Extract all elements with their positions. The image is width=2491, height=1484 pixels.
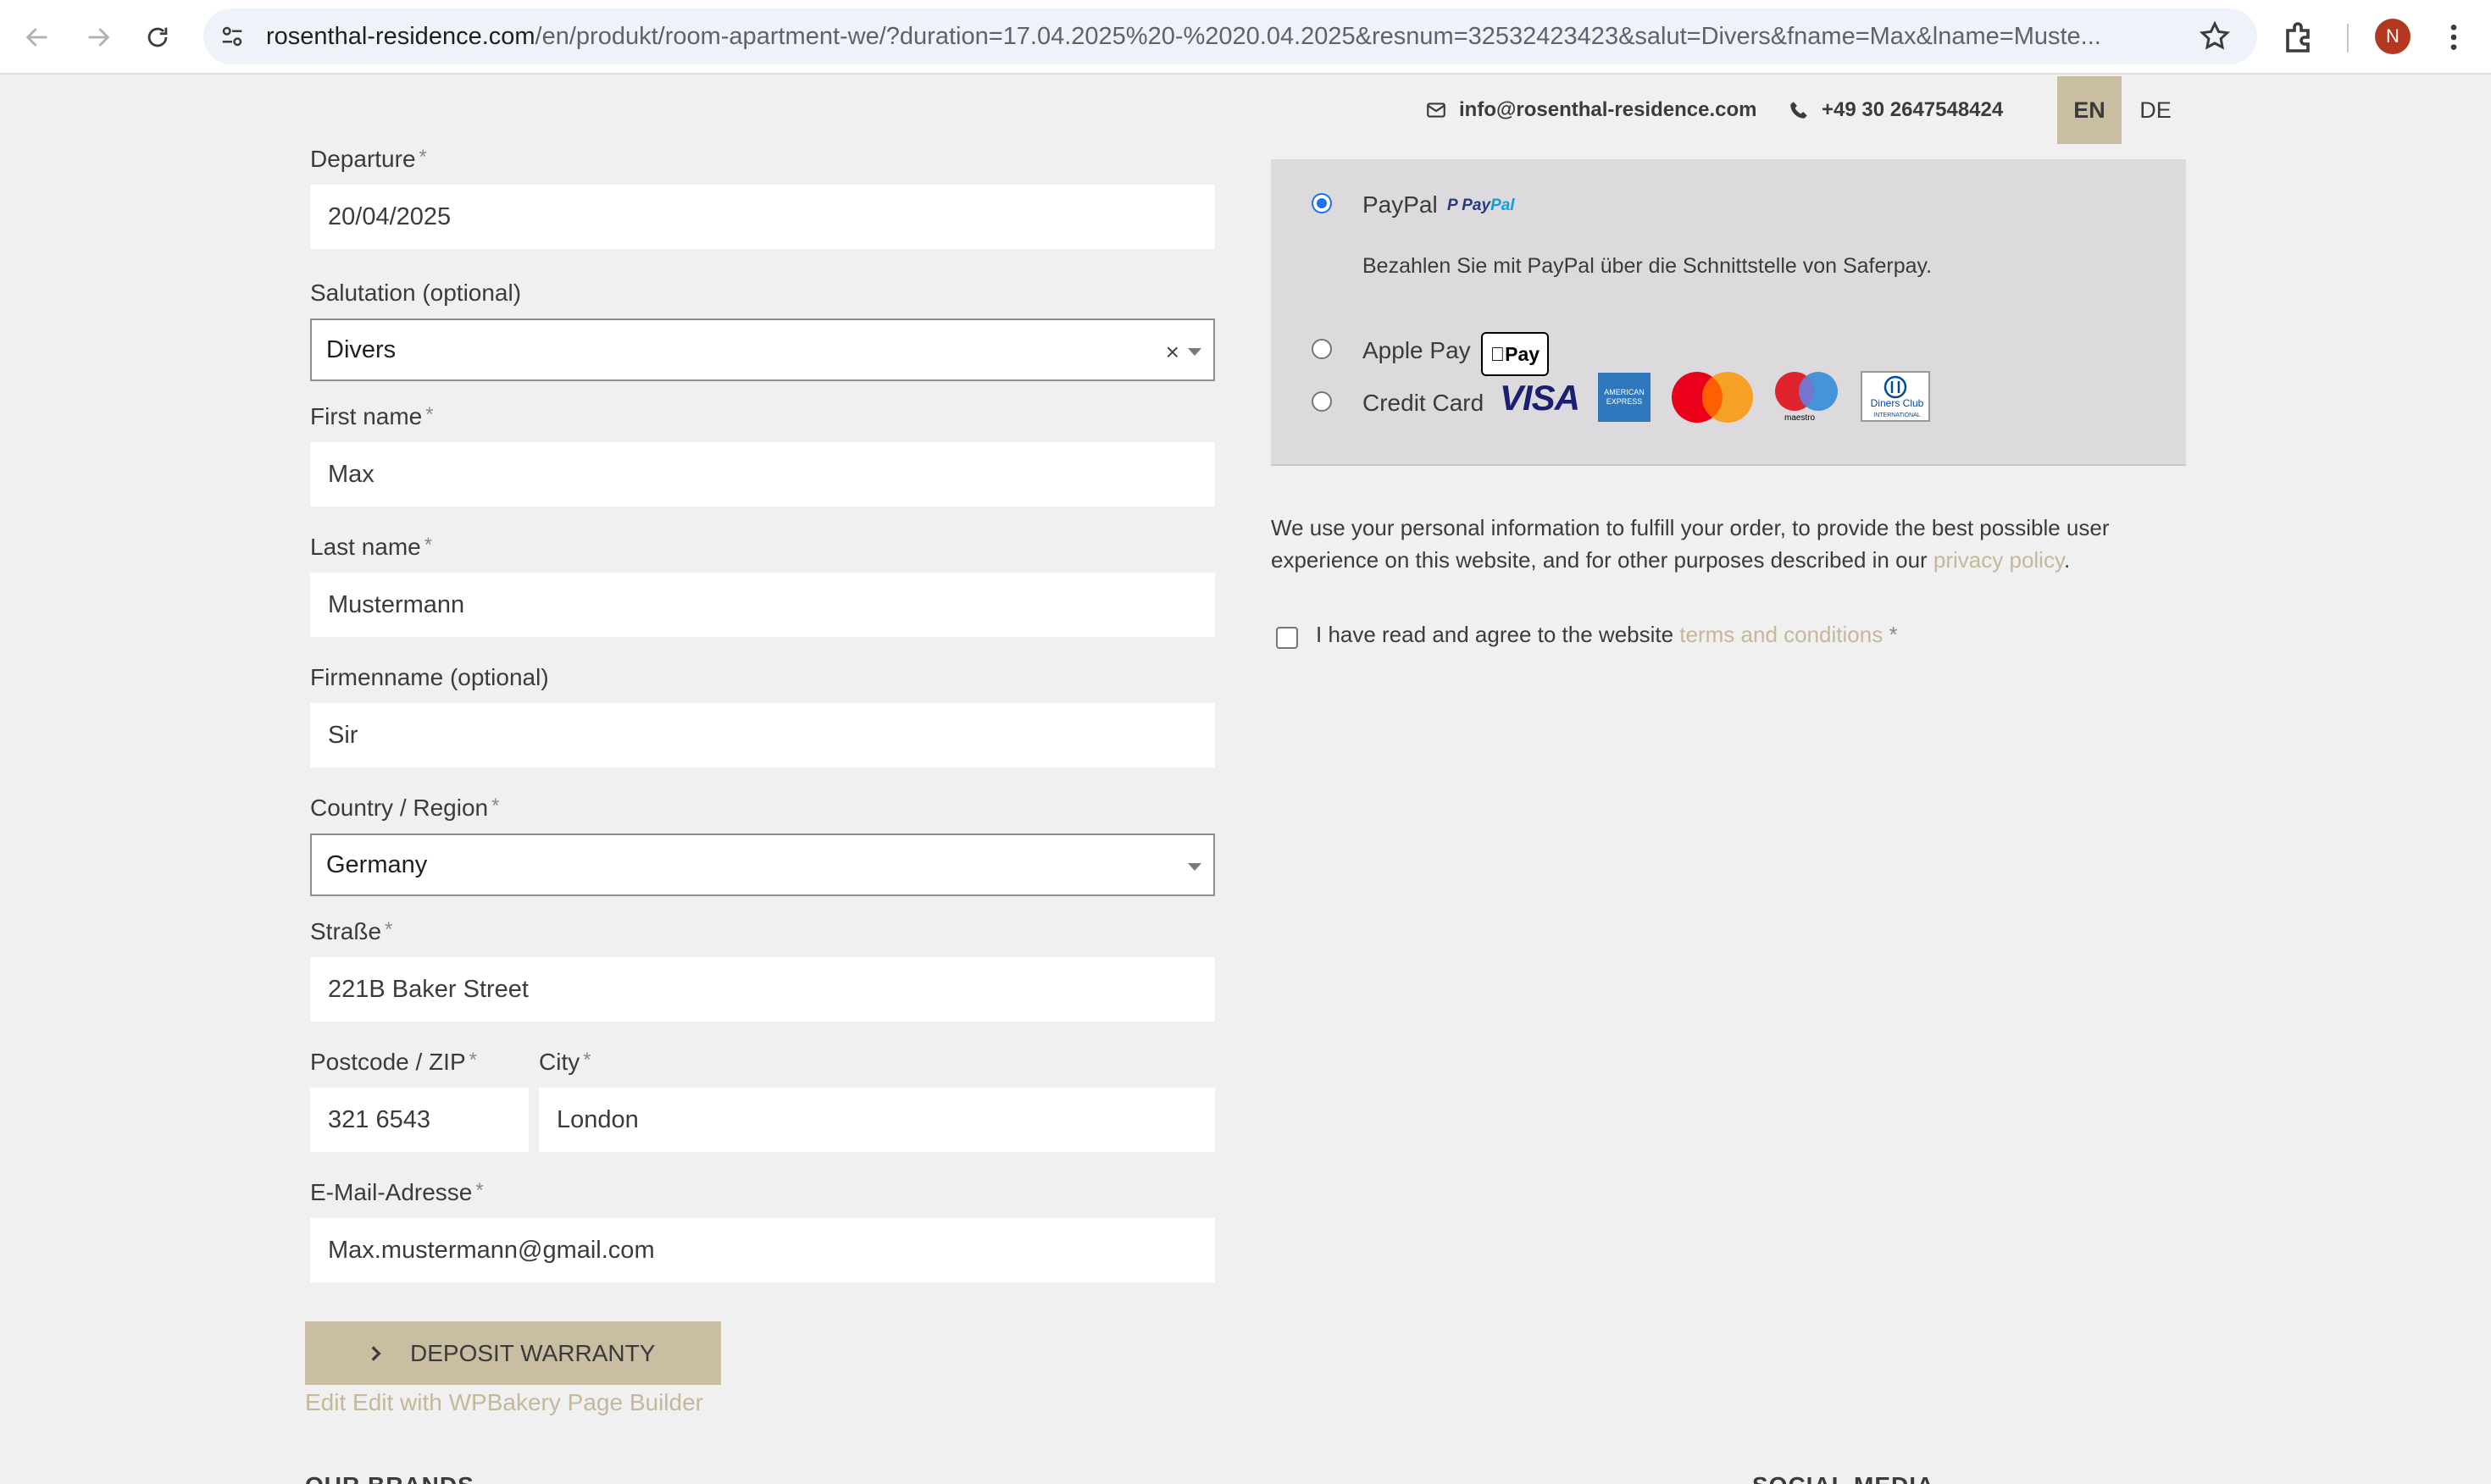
bookmark-star-icon[interactable] (2198, 19, 2232, 53)
envelope-icon (1427, 102, 1445, 118)
company-input[interactable]: Sir (310, 703, 1215, 767)
paypal-description: Bezahlen Sie mit PayPal über die Schnitt… (1362, 254, 1933, 278)
maestro-logo-icon: maestro (1773, 371, 1840, 425)
creditcard-radio[interactable] (1312, 391, 1332, 412)
url-path: /en/produkt/room-apartment-we/?duration=… (535, 23, 2101, 50)
contact-phone-text: +49 30 2647548424 (1822, 98, 2004, 121)
country-label: Country / Region * (310, 795, 500, 821)
paypal-radio[interactable] (1312, 193, 1332, 213)
wpbakery-edit-link[interactable]: Edit Edit with WPBakery Page Builder (305, 1389, 703, 1416)
reload-button[interactable] (134, 14, 181, 61)
extensions-puzzle-icon[interactable] (2279, 17, 2320, 58)
footer-social-heading: SOCIAL MEDIA (1752, 1472, 1934, 1484)
footer-brands-heading: OUR BRANDS (305, 1472, 474, 1484)
terms-checkbox[interactable] (1276, 627, 1298, 649)
terms-label: I have read and agree to the website ter… (1316, 622, 1898, 647)
creditcard-label[interactable]: Credit Card (1362, 390, 1484, 417)
url-text[interactable]: rosenthal-residence.com/en/produkt/room-… (266, 22, 2139, 51)
departure-input[interactable]: 20/04/2025 (310, 185, 1215, 249)
company-label: Firmenname (optional) (310, 664, 549, 690)
postcode-input[interactable]: 321 6543 (310, 1088, 529, 1152)
postcode-label: Postcode / ZIP * (310, 1049, 477, 1075)
salutation-select[interactable]: Divers × (310, 318, 1215, 381)
chevron-right-icon (371, 1345, 381, 1361)
contact-email-text: info@rosenthal-residence.com (1459, 98, 1757, 121)
country-select[interactable]: Germany (310, 833, 1215, 896)
forward-button[interactable] (75, 14, 122, 61)
address-bar[interactable]: rosenthal-residence.com/en/produkt/room-… (203, 8, 2257, 64)
language-de-button[interactable]: DE (2122, 76, 2189, 144)
city-label: City * (539, 1049, 591, 1075)
deposit-warranty-button[interactable]: DEPOSIT WARRANTY (305, 1321, 721, 1385)
departure-label: Departure * (310, 146, 427, 172)
arrow-left-icon (25, 28, 47, 47)
profile-avatar[interactable]: N (2375, 19, 2411, 54)
arrow-right-icon (88, 28, 110, 47)
paypal-logo-icon: P PayPal (1447, 197, 1515, 214)
url-host: rosenthal-residence.com (266, 23, 535, 50)
reload-icon (147, 27, 168, 47)
email-input[interactable]: Max.mustermann@gmail.com (310, 1218, 1215, 1282)
terms-link[interactable]: terms and conditions (1679, 622, 1883, 647)
payment-methods-panel: PayPal P PayPal Bezahlen Sie mit PayPal … (1271, 159, 2186, 466)
mastercard-logo-icon (1672, 372, 1753, 423)
language-en-button[interactable]: EN (2057, 76, 2122, 144)
salutation-value: Divers (326, 335, 397, 363)
kebab-menu-icon[interactable] (2437, 17, 2471, 58)
toolbar-divider (2347, 24, 2349, 53)
paypal-label[interactable]: PayPal (1362, 191, 1438, 219)
back-button[interactable] (14, 14, 61, 61)
privacy-notice: We use your personal information to fulf… (1271, 515, 2110, 573)
visa-logo-icon: VISA (1500, 378, 1580, 418)
deposit-warranty-label: DEPOSIT WARRANTY (410, 1339, 656, 1366)
privacy-policy-link[interactable]: privacy policy (1933, 547, 2064, 573)
site-settings-icon[interactable] (215, 19, 249, 53)
applepay-logo-icon: Pay (1481, 332, 1549, 376)
lastname-label: Last name * (310, 534, 433, 560)
dropdown-caret-icon (1188, 348, 1201, 356)
email-label: E-Mail-Adresse * (310, 1179, 484, 1205)
city-input[interactable]: London (539, 1088, 1215, 1152)
salutation-label: Salutation (optional) (310, 280, 522, 306)
applepay-radio[interactable] (1312, 339, 1332, 359)
street-input[interactable]: 221B Baker Street (310, 957, 1215, 1022)
diners-club-logo-icon: Diners Club INTERNATIONAL (1861, 371, 1930, 422)
lastname-input[interactable]: Mustermann (310, 573, 1215, 637)
street-label: Straße * (310, 918, 393, 944)
contact-email[interactable]: info@rosenthal-residence.com (1425, 98, 1756, 122)
browser-toolbar: rosenthal-residence.com/en/produkt/room-… (0, 0, 2491, 75)
clear-selection-icon[interactable]: × (1166, 339, 1179, 366)
applepay-label[interactable]: Apple Pay (1362, 337, 1471, 364)
firstname-label: First name * (310, 403, 434, 429)
country-value: Germany (326, 850, 428, 878)
dropdown-caret-icon (1188, 863, 1201, 871)
amex-logo-icon: AMERICAN EXPRESS (1598, 373, 1650, 422)
firstname-input[interactable]: Max (310, 442, 1215, 507)
phone-icon (1790, 102, 1807, 119)
contact-phone[interactable]: +49 30 2647548424 (1788, 98, 2003, 122)
